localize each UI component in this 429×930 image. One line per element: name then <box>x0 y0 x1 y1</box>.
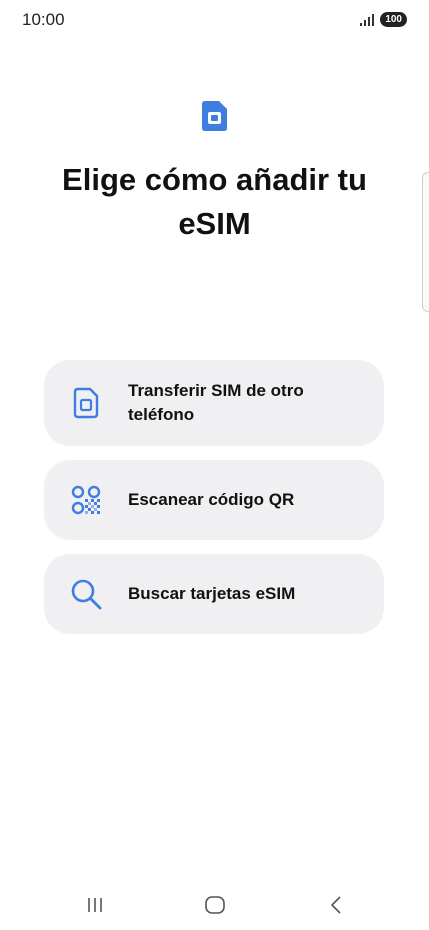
search-esim-option[interactable]: Buscar tarjetas eSIM <box>44 554 384 634</box>
sim-card-icon <box>69 386 103 420</box>
page-title: Elige cómo añadir tu eSIM <box>62 162 367 241</box>
status-time: 10:00 <box>22 10 65 29</box>
sim-card-icon <box>199 99 230 133</box>
recent-apps-icon <box>88 898 102 912</box>
search-icon <box>69 577 103 611</box>
recent-apps-button[interactable] <box>75 892 115 918</box>
signal-icon <box>360 13 375 26</box>
back-icon <box>331 896 341 914</box>
transfer-sim-label: Transferir SIM de otro teléfono <box>128 381 304 424</box>
status-indicators: 100 <box>360 12 407 27</box>
scan-qr-option[interactable]: Escanear código QR <box>44 460 384 540</box>
back-button[interactable] <box>316 892 356 918</box>
status-bar: 10:00 100 <box>0 0 429 40</box>
scan-qr-label: Escanear código QR <box>128 490 295 509</box>
navigation-bar <box>0 880 429 930</box>
side-panel-handle[interactable] <box>422 172 429 312</box>
esim-setup-screen: 10:00 100 Elige cómo añadir tu eSIM Tran… <box>0 0 429 930</box>
qr-code-icon <box>69 483 103 517</box>
home-button[interactable] <box>195 892 235 918</box>
transfer-sim-option[interactable]: Transferir SIM de otro teléfono <box>44 360 384 446</box>
search-esim-label: Buscar tarjetas eSIM <box>128 584 296 603</box>
home-icon <box>205 896 225 914</box>
battery-icon: 100 <box>380 12 407 27</box>
